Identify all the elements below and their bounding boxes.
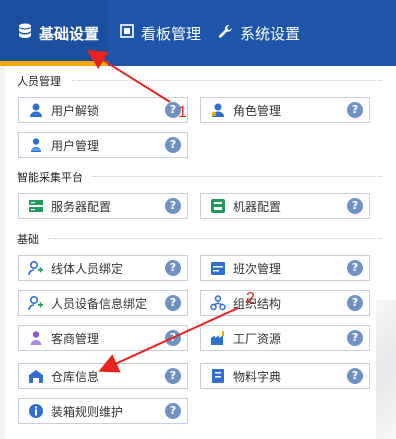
help-icon[interactable]: ?: [347, 260, 363, 276]
help-icon[interactable]: ?: [165, 137, 181, 153]
menu-item-label: 角色管理: [233, 103, 282, 118]
section-title-smart-collection: 智能采集平台: [17, 171, 83, 184]
role-icon: [209, 101, 227, 119]
help-icon[interactable]: ?: [165, 330, 181, 346]
dictionary-icon: [209, 367, 227, 385]
menu-item-label: 仓库信息: [51, 369, 100, 384]
help-icon[interactable]: ?: [347, 330, 363, 346]
database-icon: [18, 23, 32, 44]
menu-item-label: 线体人员绑定: [51, 261, 124, 276]
menu-item-label: 用户管理: [51, 138, 100, 153]
help-icon[interactable]: ?: [347, 368, 363, 384]
menu-item-user-management[interactable]: 用户管理 ?: [18, 132, 188, 158]
users-icon: [27, 136, 45, 154]
org-icon: [209, 294, 227, 312]
help-icon[interactable]: ?: [165, 368, 181, 384]
section-divider: [72, 80, 382, 81]
menu-item-user-unlock[interactable]: 用户解锁 ?: [18, 97, 188, 123]
help-icon[interactable]: ?: [347, 102, 363, 118]
menu-item-personnel-device-binding[interactable]: 人员设备信息绑定 ?: [18, 290, 188, 316]
help-icon[interactable]: ?: [347, 295, 363, 311]
calendar-icon: [209, 259, 227, 277]
help-icon[interactable]: ?: [165, 295, 181, 311]
tab-label: 系统设置: [240, 24, 301, 43]
annotation-number-1: 1: [178, 104, 187, 121]
wrench-icon: [218, 24, 233, 43]
section-title-personnel: 人员管理: [17, 75, 61, 88]
help-icon[interactable]: ?: [165, 260, 181, 276]
menu-item-label: 装箱规则维护: [51, 404, 124, 419]
menu-item-label: 工厂资源: [233, 331, 282, 346]
menu-item-customer-management[interactable]: 客商管理 ?: [18, 325, 188, 351]
tab-label: 基础设置: [39, 24, 100, 43]
menu-item-label: 班次管理: [233, 261, 282, 276]
panel-border: [0, 66, 5, 439]
section-divider: [92, 176, 382, 177]
menu-item-label: 客商管理: [51, 331, 100, 346]
menu-item-material-dictionary[interactable]: 物料字典 ?: [200, 363, 370, 389]
menu-item-label: 服务器配置: [51, 199, 112, 214]
annotation-number-2: 2: [246, 290, 255, 307]
menu-item-label: 组织结构: [233, 296, 282, 311]
tab-basic-settings[interactable]: 基础设置: [0, 0, 108, 66]
user-unlock-icon: [27, 101, 45, 119]
top-nav-bar: 基础设置 看板管理 系统设置: [0, 0, 396, 66]
menu-item-label: 机器配置: [233, 199, 282, 214]
info-icon: [27, 402, 45, 420]
section-title-basic: 基础: [17, 233, 39, 246]
menu-item-role-management[interactable]: 角色管理 ?: [200, 97, 370, 123]
menu-item-shift-management[interactable]: 班次管理 ?: [200, 255, 370, 281]
help-icon[interactable]: ?: [165, 198, 181, 214]
help-icon[interactable]: ?: [165, 403, 181, 419]
warehouse-icon: [27, 367, 45, 385]
background-decoration: [376, 300, 396, 439]
machine-icon: [209, 197, 227, 215]
tab-label: 看板管理: [141, 24, 202, 43]
menu-item-label: 人员设备信息绑定: [51, 296, 148, 311]
help-icon[interactable]: ?: [347, 198, 363, 214]
tab-board-management[interactable]: 看板管理: [120, 0, 201, 66]
tab-system-settings[interactable]: 系统设置: [218, 0, 300, 66]
server-icon: [27, 197, 45, 215]
menu-item-server-config[interactable]: 服务器配置 ?: [18, 193, 188, 219]
user-link-icon: [27, 259, 45, 277]
menu-item-label: 物料字典: [233, 369, 282, 384]
menu-item-org-structure[interactable]: 组织结构 ?: [200, 290, 370, 316]
menu-item-label: 用户解锁: [51, 103, 100, 118]
user-device-icon: [27, 294, 45, 312]
factory-icon: [209, 329, 227, 347]
menu-item-packing-rules[interactable]: 装箱规则维护 ?: [18, 398, 188, 424]
menu-item-line-personnel-binding[interactable]: 线体人员绑定 ?: [18, 255, 188, 281]
menu-item-factory-resources[interactable]: 工厂资源 ?: [200, 325, 370, 351]
section-divider: [48, 238, 382, 239]
board-icon: [120, 24, 134, 42]
menu-item-warehouse-info[interactable]: 仓库信息 ?: [18, 363, 188, 389]
menu-item-machine-config[interactable]: 机器配置 ?: [200, 193, 370, 219]
customer-icon: [27, 329, 45, 347]
